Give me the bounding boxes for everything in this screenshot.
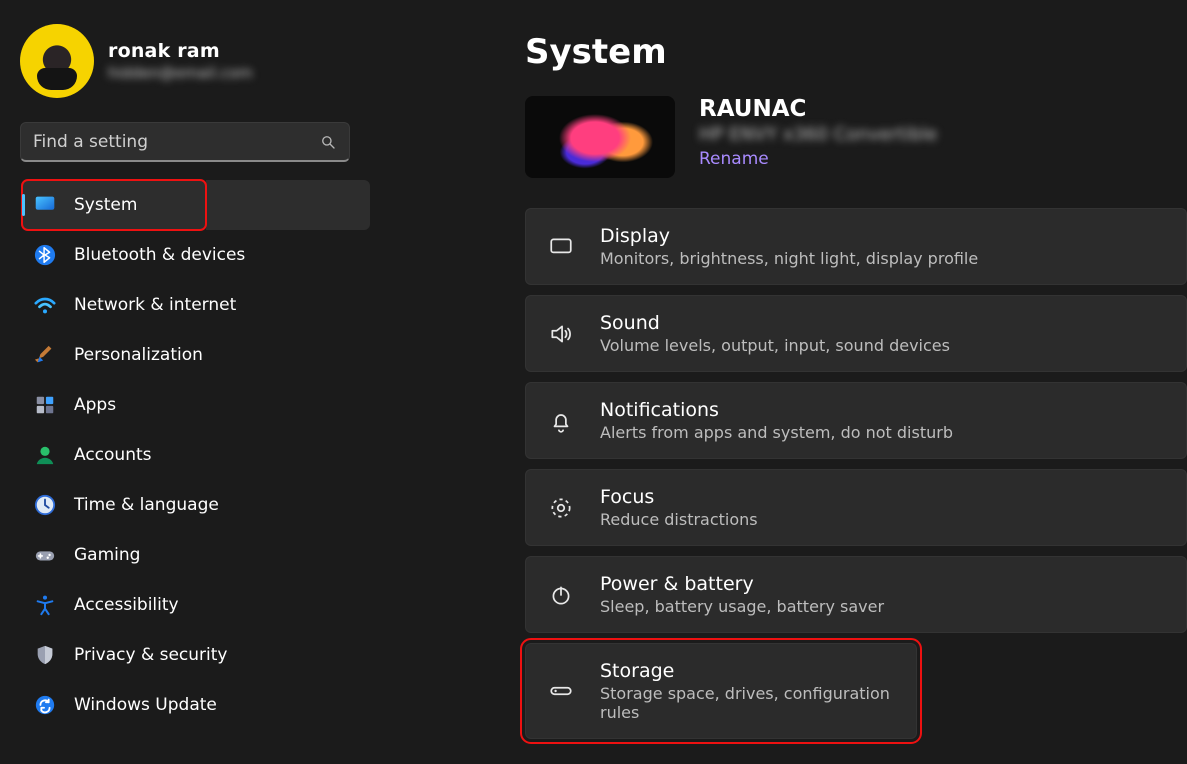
card-power[interactable]: Power & battery Sleep, battery usage, ba… xyxy=(525,556,1187,633)
card-title: Focus xyxy=(600,486,758,508)
sidebar-item-update[interactable]: Windows Update xyxy=(0,680,370,730)
search-placeholder: Find a setting xyxy=(33,132,319,152)
card-title: Notifications xyxy=(600,399,953,421)
card-subtitle: Storage space, drives, configuration rul… xyxy=(600,684,894,722)
sidebar-item-label: System xyxy=(74,195,137,215)
card-storage[interactable]: Storage Storage space, drives, configura… xyxy=(525,643,917,739)
sidebar-item-apps[interactable]: Apps xyxy=(0,380,370,430)
card-subtitle: Sleep, battery usage, battery saver xyxy=(600,597,884,616)
avatar xyxy=(20,24,94,98)
shield-icon xyxy=(34,644,56,666)
sidebar-item-accounts[interactable]: Accounts xyxy=(0,430,370,480)
profile-text: ronak ram hidden@email.com xyxy=(108,40,253,82)
card-display[interactable]: Display Monitors, brightness, night ligh… xyxy=(525,208,1187,285)
profile-block[interactable]: ronak ram hidden@email.com xyxy=(0,24,370,118)
main: System RAUNAC HP ENVY x360 Convertible R… xyxy=(370,0,1187,764)
clock-icon xyxy=(34,494,56,516)
sidebar-item-label: Apps xyxy=(74,395,116,415)
wifi-icon xyxy=(34,294,56,316)
card-title: Sound xyxy=(600,312,950,334)
sidebar-nav: System Bluetooth & devices Network & int… xyxy=(0,180,370,730)
gamepad-icon xyxy=(34,544,56,566)
target-icon xyxy=(548,495,574,521)
sidebar-item-label: Personalization xyxy=(74,345,203,365)
system-icon xyxy=(34,194,56,216)
bell-icon xyxy=(548,408,574,434)
rename-link[interactable]: Rename xyxy=(699,149,769,169)
sidebar-item-label: Time & language xyxy=(74,495,219,515)
profile-email: hidden@email.com xyxy=(108,64,253,82)
sidebar: ronak ram hidden@email.com Find a settin… xyxy=(0,0,370,764)
sidebar-item-accessibility[interactable]: Accessibility xyxy=(0,580,370,630)
sidebar-item-label: Network & internet xyxy=(74,295,236,315)
sidebar-item-privacy[interactable]: Privacy & security xyxy=(0,630,370,680)
profile-name: ronak ram xyxy=(108,40,253,62)
device-block: RAUNAC HP ENVY x360 Convertible Rename xyxy=(525,96,1187,208)
card-subtitle: Alerts from apps and system, do not dist… xyxy=(600,423,953,442)
bluetooth-icon xyxy=(34,244,56,266)
sidebar-item-label: Windows Update xyxy=(74,695,217,715)
sidebar-item-label: Gaming xyxy=(74,545,140,565)
sidebar-item-label: Accounts xyxy=(74,445,152,465)
card-subtitle: Monitors, brightness, night light, displ… xyxy=(600,249,978,268)
device-model: HP ENVY x360 Convertible xyxy=(699,124,937,145)
power-icon xyxy=(548,582,574,608)
sidebar-item-label: Bluetooth & devices xyxy=(74,245,245,265)
sidebar-item-system[interactable]: System xyxy=(22,180,206,230)
card-title: Display xyxy=(600,225,978,247)
update-icon xyxy=(34,694,56,716)
sidebar-item-network[interactable]: Network & internet xyxy=(0,280,370,330)
card-title: Power & battery xyxy=(600,573,884,595)
card-subtitle: Reduce distractions xyxy=(600,510,758,529)
sidebar-item-gaming[interactable]: Gaming xyxy=(0,530,370,580)
person-icon xyxy=(34,444,56,466)
device-name: RAUNAC xyxy=(699,96,937,122)
sidebar-item-time[interactable]: Time & language xyxy=(0,480,370,530)
settings-cards: Display Monitors, brightness, night ligh… xyxy=(525,208,1187,739)
card-subtitle: Volume levels, output, input, sound devi… xyxy=(600,336,950,355)
accessibility-icon xyxy=(34,594,56,616)
sidebar-item-label: Privacy & security xyxy=(74,645,228,665)
desktop-thumbnail[interactable] xyxy=(525,96,675,178)
drive-icon xyxy=(548,678,574,704)
page-title: System xyxy=(525,32,1187,96)
search-input[interactable]: Find a setting xyxy=(20,122,350,162)
card-sound[interactable]: Sound Volume levels, output, input, soun… xyxy=(525,295,1187,372)
sound-icon xyxy=(548,321,574,347)
settings-app: ronak ram hidden@email.com Find a settin… xyxy=(0,0,1187,764)
sidebar-item-personalization[interactable]: Personalization xyxy=(0,330,370,380)
card-notifications[interactable]: Notifications Alerts from apps and syste… xyxy=(525,382,1187,459)
sidebar-item-label: Accessibility xyxy=(74,595,179,615)
card-title: Storage xyxy=(600,660,894,682)
brush-icon xyxy=(34,344,56,366)
card-focus[interactable]: Focus Reduce distractions xyxy=(525,469,1187,546)
display-icon xyxy=(548,234,574,260)
sidebar-item-bluetooth[interactable]: Bluetooth & devices xyxy=(0,230,370,280)
search-icon xyxy=(319,133,337,151)
apps-icon xyxy=(34,394,56,416)
